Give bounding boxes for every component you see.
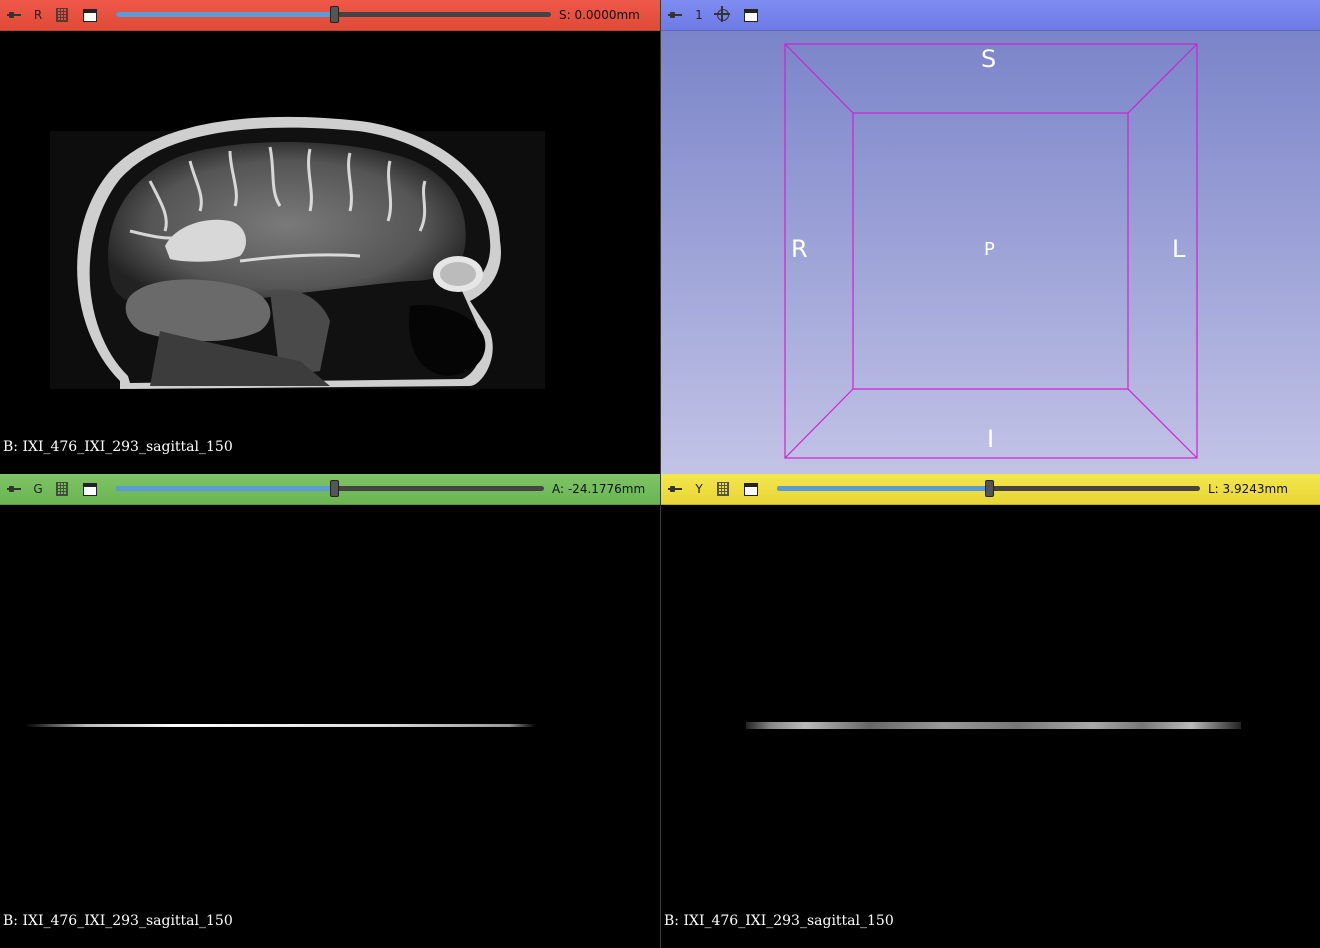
slice-offset-slider[interactable]	[116, 0, 551, 30]
link-button[interactable]	[48, 474, 76, 504]
link-button[interactable]	[709, 474, 737, 504]
maximize-view-icon	[83, 8, 97, 22]
pin-icon	[668, 486, 682, 492]
maximize-view-button[interactable]	[737, 474, 765, 504]
maximize-view-icon	[83, 482, 97, 496]
link-icon	[717, 482, 729, 496]
three-d-canvas[interactable]: S R L P I	[661, 31, 1320, 474]
slice-canvas[interactable]: B: IXI_476_IXI_293_sagittal_150	[0, 505, 660, 948]
slider-fill	[777, 486, 989, 491]
slice-offset-value: A: -24.1776mm	[552, 482, 646, 496]
slice-offset-value: L: 3.9243mm	[1208, 482, 1288, 496]
pin-icon	[668, 12, 682, 18]
axial-slice-image	[746, 722, 1241, 729]
view-divider	[660, 0, 661, 948]
background-volume-label: B: IXI_476_IXI_293_sagittal_150	[664, 913, 894, 929]
view-label: Y	[695, 482, 703, 496]
slice-offset-value: S: 0.0000mm	[559, 8, 640, 22]
yellow-slice-view[interactable]: Y L: 3.9243mm B: IXI_476_IXI_293_sagitta…	[661, 474, 1320, 948]
pin-button[interactable]	[661, 474, 689, 504]
sagittal-mri-image	[50, 116, 545, 389]
center-view-icon	[714, 6, 730, 22]
green-slice-view[interactable]: G A: -24.1776mm B: IXI_476_IXI_293_sagit…	[0, 474, 660, 948]
view-label: R	[33, 8, 43, 22]
red-slice-controller: R S: 0.0000mm	[0, 0, 660, 31]
slider-handle[interactable]	[329, 6, 339, 23]
green-slice-controller: G A: -24.1776mm	[0, 474, 660, 505]
slider-handle[interactable]	[984, 480, 994, 497]
view-label: G	[33, 482, 43, 496]
pin-icon	[7, 486, 21, 492]
orientation-label-posterior: P	[984, 239, 995, 260]
three-d-view-controller: 1	[661, 0, 1320, 31]
slider-fill	[116, 12, 334, 17]
pin-button[interactable]	[0, 0, 28, 30]
slice-canvas[interactable]: B: IXI_476_IXI_293_sagittal_150	[0, 31, 660, 474]
three-d-view[interactable]: 1 S R L P I	[661, 0, 1320, 474]
red-slice-view[interactable]: R S: 0.0000mm B: IXI_476_IXI_293_sagitta…	[0, 0, 660, 474]
background-volume-label: B: IXI_476_IXI_293_sagittal_150	[3, 913, 233, 929]
link-icon	[56, 8, 68, 22]
link-button[interactable]	[48, 0, 76, 30]
orientation-label-inferior: I	[987, 425, 995, 453]
orientation-label-right: R	[791, 235, 808, 263]
yellow-slice-controller: Y L: 3.9243mm	[661, 474, 1320, 505]
maximize-view-button[interactable]	[76, 474, 104, 504]
pin-icon	[7, 12, 21, 18]
slice-offset-slider[interactable]	[116, 474, 544, 504]
link-icon	[56, 482, 68, 496]
coronal-slice-image	[25, 724, 535, 727]
maximize-view-icon	[744, 482, 758, 496]
background-volume-label: B: IXI_476_IXI_293_sagittal_150	[3, 439, 233, 455]
center-view-button[interactable]	[709, 0, 737, 30]
pin-button[interactable]	[661, 0, 689, 30]
view-label: 1	[695, 8, 703, 22]
pin-button[interactable]	[0, 474, 28, 504]
slice-canvas[interactable]: B: IXI_476_IXI_293_sagittal_150	[661, 505, 1320, 948]
maximize-view-button[interactable]	[737, 0, 765, 30]
maximize-view-icon	[744, 8, 758, 22]
orientation-label-left: L	[1172, 235, 1186, 263]
slider-fill	[116, 486, 335, 491]
slider-handle[interactable]	[330, 480, 340, 497]
maximize-view-button[interactable]	[76, 0, 104, 30]
orientation-label-superior: S	[981, 45, 997, 73]
slice-offset-slider[interactable]	[777, 474, 1200, 504]
